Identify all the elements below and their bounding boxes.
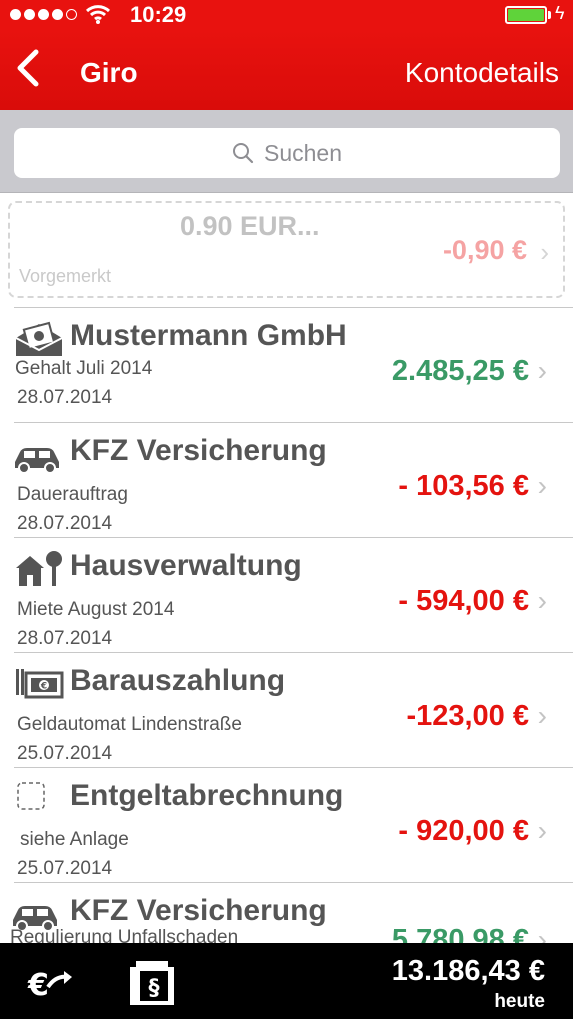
transaction-amount: - 920,00 € [398, 815, 529, 847]
row-divider [14, 307, 573, 308]
transaction-subtitle: Dauerauftrag [17, 484, 128, 505]
transaction-date: 25.07.2014 [17, 743, 113, 764]
account-details-button[interactable]: Kontodetails [405, 57, 559, 89]
dashed-placeholder-icon [17, 782, 45, 810]
transaction-title: Hausverwaltung [70, 549, 302, 582]
chevron-right-icon: › [537, 355, 547, 386]
transaction-subtitle: Regulierung Unfallschaden [10, 927, 239, 943]
house-tree-icon [16, 551, 62, 586]
transaction-date: 28.07.2014 [17, 513, 113, 534]
charging-icon: ϟ [555, 3, 565, 23]
row-divider [14, 537, 573, 538]
transaction-row[interactable]: Entgeltabrechnung siehe Anlage 25.07.201… [0, 767, 573, 882]
chevron-right-icon: › [540, 237, 549, 267]
battery-icon [505, 6, 547, 24]
nav-bar: Giro Kontodetails [0, 30, 573, 110]
battery-tip [548, 11, 551, 19]
transaction-amount: 5.780,98 € [391, 924, 529, 943]
status-bar: 10:29 ϟ [0, 0, 573, 30]
documents-paragraph-icon[interactable]: § [126, 957, 182, 1007]
pending-amount: -0,90 € [442, 235, 527, 265]
transaction-row[interactable]: KFZ Versicherung Regulierung Unfallschad… [0, 882, 573, 943]
transaction-subtitle: Geldautomat Lindenstraße [17, 714, 242, 735]
svg-text:€: € [27, 968, 49, 1003]
row-divider [14, 422, 573, 423]
pending-title: 0.90 EUR... [180, 211, 320, 241]
car-icon [15, 448, 59, 474]
status-time: 10:29 [130, 2, 187, 27]
transaction-subtitle: Gehalt Juli 2014 [15, 358, 153, 379]
search-bar: Suchen [0, 110, 573, 193]
nav-title: Giro [80, 57, 138, 88]
transaction-date: 28.07.2014 [17, 387, 113, 408]
cash-notes-icon: € [16, 669, 64, 699]
balance-label: heute [494, 991, 545, 1012]
chevron-right-icon: › [537, 700, 547, 731]
transaction-row[interactable]: KFZ Versicherung Dauerauftrag 28.07.2014… [0, 422, 573, 537]
transaction-amount: -123,00 € [406, 700, 529, 732]
transaction-subtitle: Miete August 2014 [17, 599, 175, 620]
transaction-subtitle: siehe Anlage [20, 829, 129, 850]
chevron-right-icon: › [537, 470, 547, 501]
bottom-toolbar: € § 13.186,43 € heute [0, 943, 573, 1019]
transaction-date: 28.07.2014 [17, 628, 113, 649]
pending-status: Vorgemerkt [19, 266, 112, 286]
money-envelope-icon [15, 321, 63, 356]
euro-transfer-icon[interactable]: € [26, 963, 74, 1003]
transaction-date: 25.07.2014 [17, 858, 113, 879]
transaction-row[interactable]: Mustermann GmbH Gehalt Juli 2014 28.07.2… [0, 307, 573, 422]
row-divider [14, 652, 573, 653]
signal-strength-icon [10, 9, 77, 20]
chevron-right-icon: › [537, 585, 547, 616]
balance-amount: 13.186,43 € [391, 955, 545, 987]
transaction-list[interactable]: 0.90 EUR... Vorgemerkt -0,90 € › Musterm… [0, 193, 573, 943]
svg-text:§: § [149, 976, 160, 1001]
wifi-icon [85, 5, 111, 24]
chevron-right-icon: › [537, 815, 547, 846]
transaction-amount: - 594,00 € [398, 585, 529, 617]
transaction-title: KFZ Versicherung [70, 434, 327, 467]
transaction-amount: - 103,56 € [398, 470, 529, 502]
transaction-row[interactable]: € Barauszahlung Geldautomat Lindenstraße… [0, 652, 573, 767]
row-divider [14, 882, 573, 883]
transaction-title: Mustermann GmbH [70, 319, 347, 352]
search-icon [232, 143, 254, 164]
chevron-right-icon: › [537, 924, 547, 943]
search-input[interactable]: Suchen [14, 128, 560, 178]
transaction-title: Barauszahlung [70, 664, 286, 697]
svg-text:€: € [40, 682, 47, 692]
transaction-title: KFZ Versicherung [70, 894, 327, 927]
row-divider [14, 767, 573, 768]
transaction-title: Entgeltabrechnung [70, 779, 344, 812]
pending-transaction[interactable]: 0.90 EUR... Vorgemerkt -0,90 € › [8, 201, 565, 298]
chevron-left-icon[interactable] [10, 46, 50, 90]
search-placeholder: Suchen [263, 139, 342, 166]
transaction-amount: 2.485,25 € [391, 355, 529, 387]
transaction-row[interactable]: Hausverwaltung Miete August 2014 28.07.2… [0, 537, 573, 652]
